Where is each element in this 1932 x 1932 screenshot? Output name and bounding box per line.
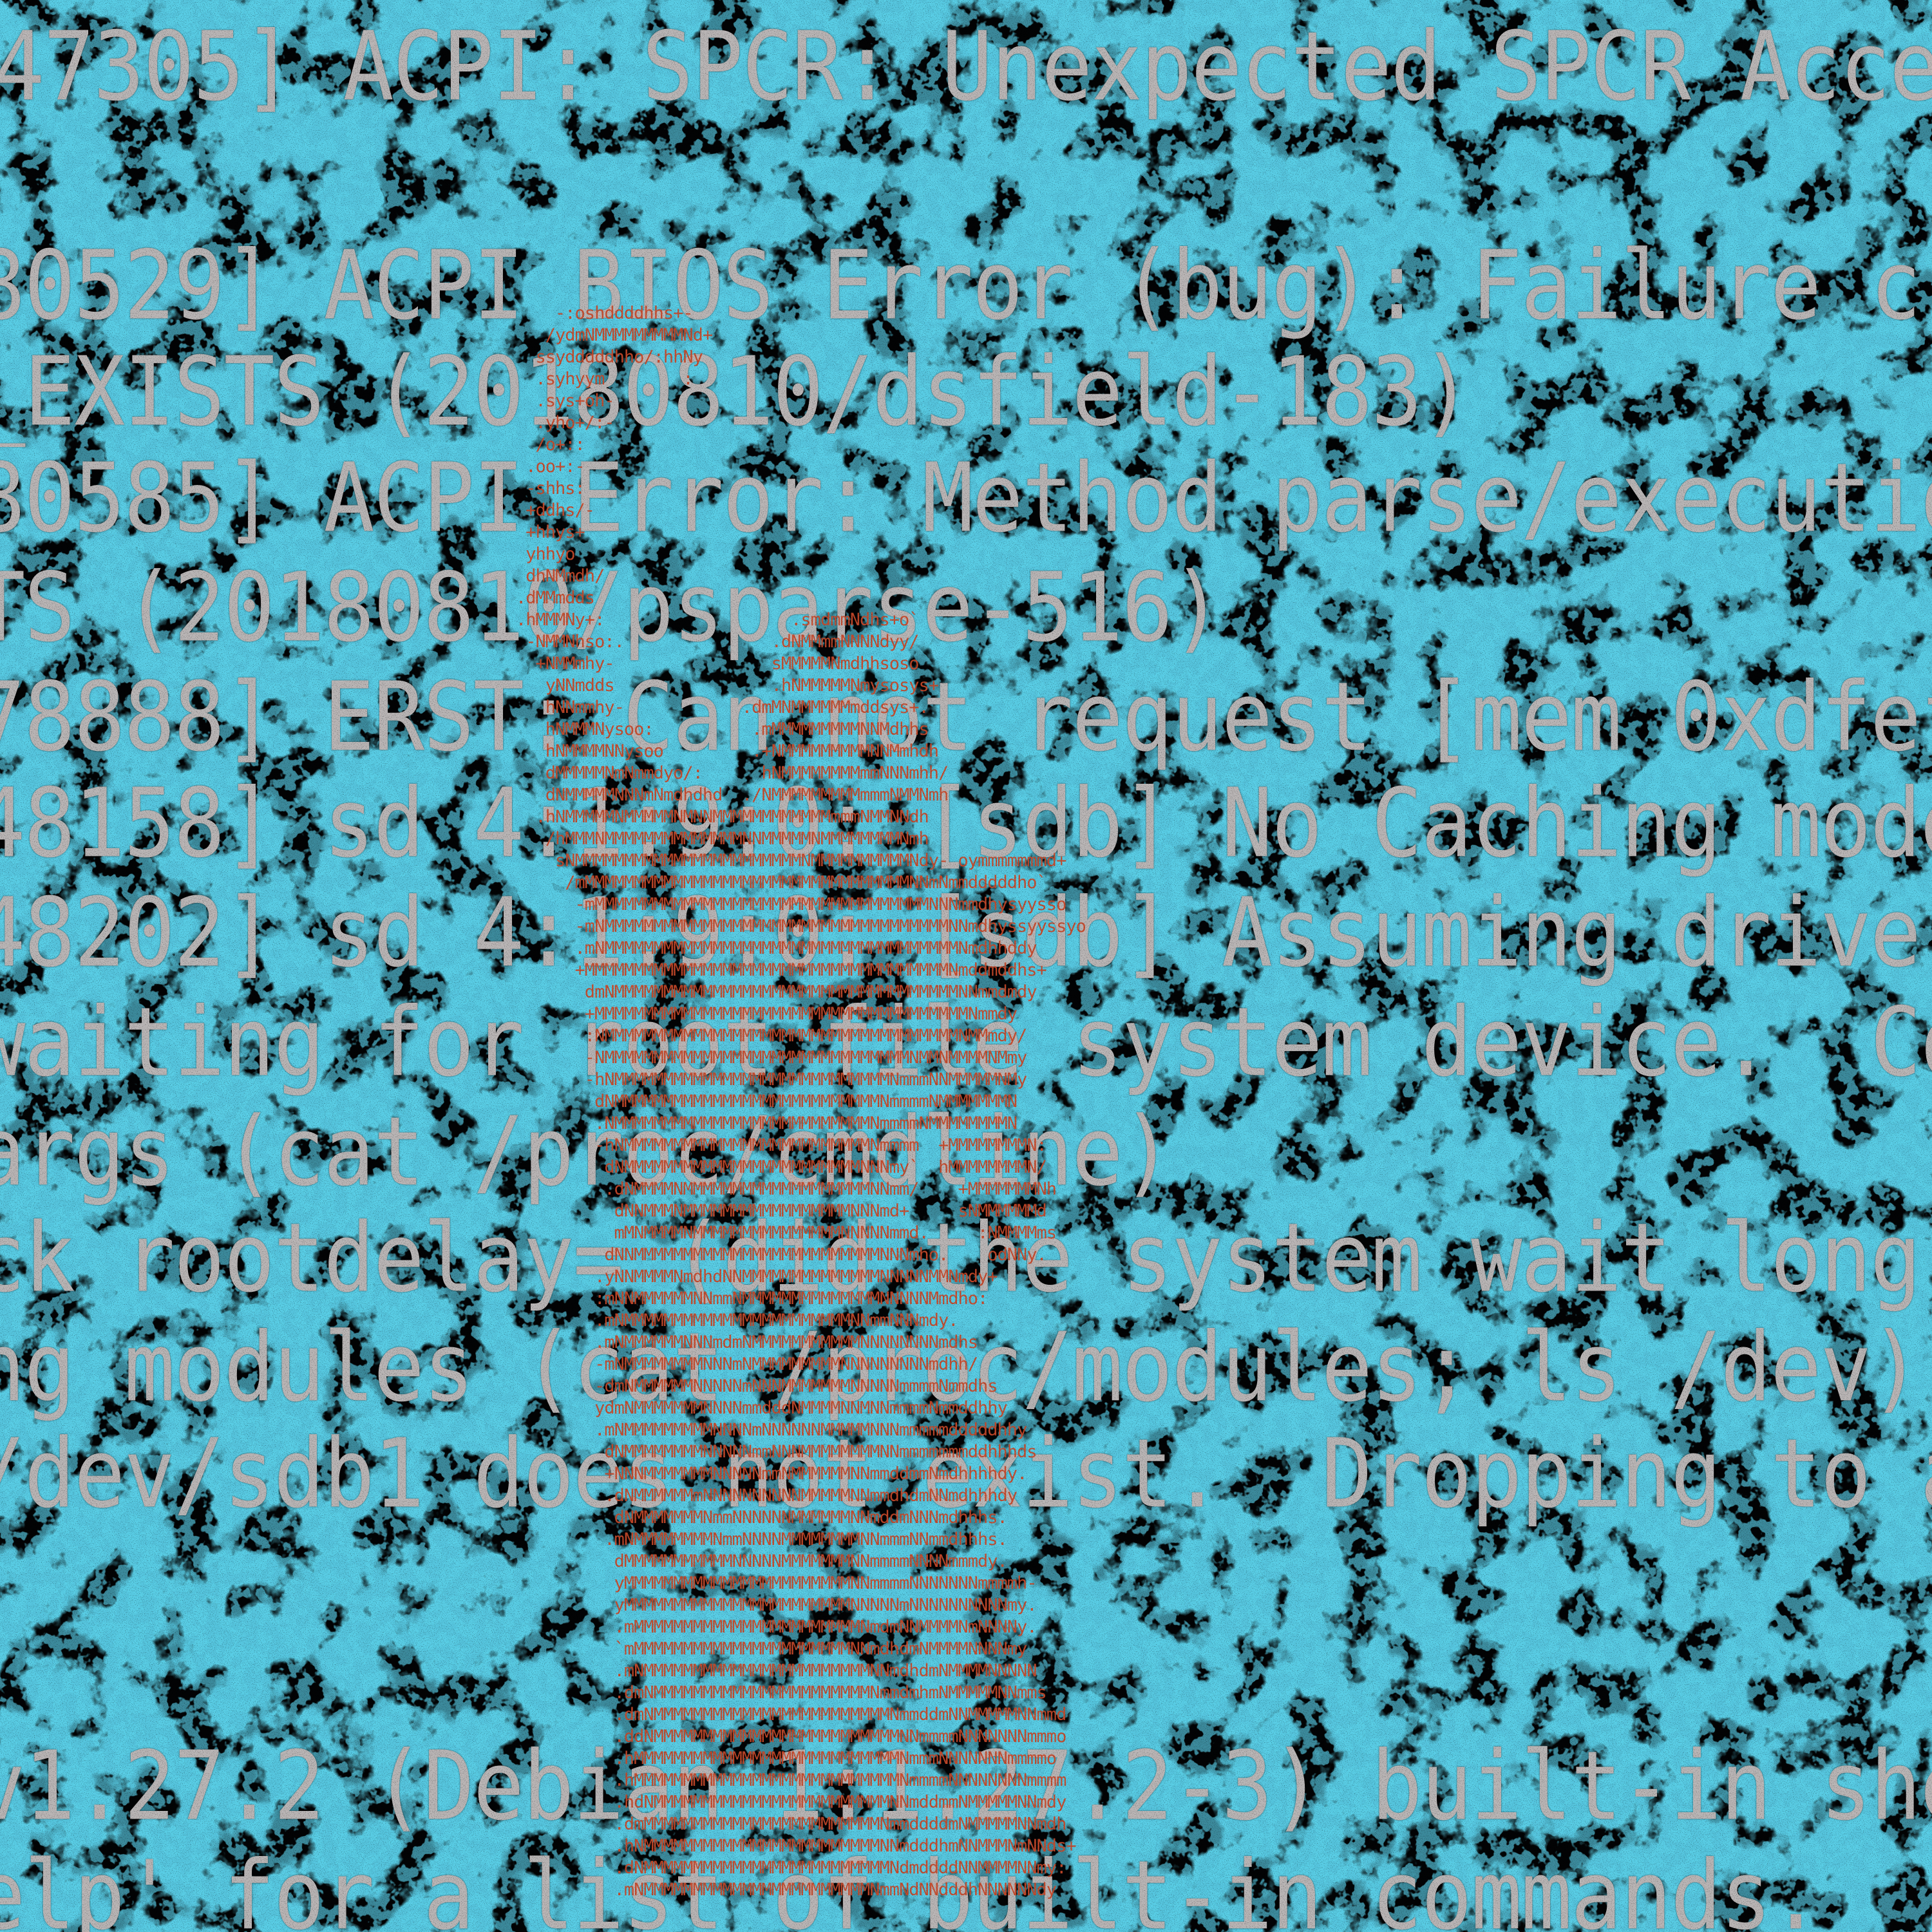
console-line: 47305] ACPI: SPCR: Unexpected SPCR Acces… — [0, 19, 1932, 115]
ascii-art-figure: -:oshddddhhs+- /ydmNMMMMMMMMMNd+ ssydddd… — [477, 303, 1086, 1923]
console-screen: 47305] ACPI: SPCR: Unexpected SPCR Acces… — [0, 0, 1932, 1932]
